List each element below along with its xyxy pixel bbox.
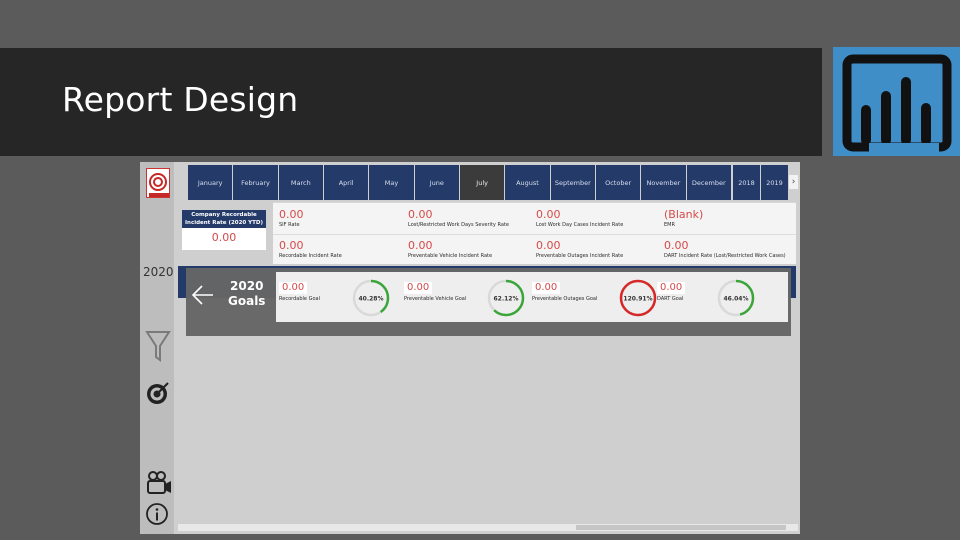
goal-value: 0.00: [279, 282, 308, 294]
gauge-percent: 46.04%: [724, 296, 749, 303]
recordable-goal-gauge: 40.28%: [352, 279, 390, 317]
goals-heading: Goals: [228, 294, 266, 308]
month-march[interactable]: March: [278, 165, 323, 200]
kpi-lost-work-day: 0.00 Lost Work Day Cases Incident Rate: [536, 208, 624, 229]
month-july[interactable]: July: [459, 165, 505, 200]
goals-year: 2020: [230, 279, 264, 293]
goal-label: Preventable Vehicle Goal: [404, 296, 467, 302]
kpi-label: Lost Work Day Cases Incident Rate: [536, 222, 624, 228]
year-2018[interactable]: 2018: [733, 165, 760, 200]
power-bi-logo: [833, 47, 960, 157]
info-icon[interactable]: [145, 502, 169, 530]
month-june[interactable]: June: [414, 165, 459, 200]
month-february[interactable]: February: [233, 165, 278, 200]
kpi-severity-rate: 0.00 Lost/Restricted Work Days Severity …: [408, 208, 509, 229]
goal-label: Recordable Goal: [279, 296, 320, 302]
goal-outages: 0.00 Preventable Outages Goal: [532, 275, 597, 302]
kpi-vehicle-rate: 0.00 Preventable Vehicle Incident Rate: [408, 239, 493, 260]
kpi-value: 0.00: [279, 239, 304, 252]
dart-goal-gauge: 46.04%: [717, 279, 755, 317]
chevron-right-icon[interactable]: ›: [789, 175, 798, 189]
month-january[interactable]: January: [188, 165, 233, 200]
year-2019[interactable]: 2019: [761, 165, 788, 200]
rail-year: 2020: [143, 265, 174, 279]
power-bi-icon: [842, 54, 952, 157]
kpi-value: 0.00: [664, 239, 689, 252]
report-screenshot: 2020 January February March April May Ju…: [140, 162, 800, 534]
month-may[interactable]: May: [369, 165, 414, 200]
month-april[interactable]: April: [323, 165, 369, 200]
scrollbar-thumb[interactable]: [576, 525, 786, 530]
gauge-percent: 120.91%: [623, 296, 652, 303]
goal-recordable: 0.00 Recordable Goal: [279, 275, 320, 302]
company-logo-icon: [149, 173, 169, 197]
company-logo: [146, 168, 170, 198]
month-november[interactable]: November: [641, 165, 686, 200]
company-incident-rate-value: 0.00: [182, 228, 266, 250]
left-rail: 2020: [140, 162, 174, 534]
month-october[interactable]: October: [595, 165, 641, 200]
vehicle-goal-gauge: 62.12%: [487, 279, 525, 317]
gauge-percent: 62.12%: [494, 296, 519, 303]
video-camera-icon[interactable]: [145, 470, 173, 500]
kpi-emr: (Blank) EMR: [664, 208, 704, 229]
month-august[interactable]: August: [505, 165, 550, 200]
goal-label: Preventable Outages Goal: [532, 296, 598, 302]
month-slicer: January February March April May June Ju…: [188, 165, 731, 200]
kpi-label: Preventable Vehicle Incident Rate: [408, 253, 493, 259]
month-december[interactable]: December: [686, 165, 731, 200]
month-september[interactable]: September: [550, 165, 595, 200]
goal-label: DART Goal: [657, 296, 684, 302]
kpi-dart-rate: 0.00 DART Incident Rate (Lost/Restricted…: [664, 239, 786, 260]
goal-dart: 0.00 DART Goal: [657, 275, 686, 302]
kpi-panel: 0.00 SIF Rate 0.00 Lost/Restricted Work …: [273, 202, 796, 264]
kpi-divider: [273, 234, 796, 235]
kpi-value: 0.00: [536, 208, 561, 221]
kpi-value: 0.00: [408, 208, 433, 221]
kpi-outages-rate: 0.00 Preventable Outages Incident Rate: [536, 239, 624, 260]
kpi-value: 0.00: [536, 239, 561, 252]
kpi-value: (Blank): [664, 208, 704, 221]
kpi-recordable-rate: 0.00 Recordable Incident Rate: [279, 239, 342, 260]
company-incident-rate-label: Company Recordable Incident Rate (2020 Y…: [182, 210, 266, 228]
kpi-label: Lost/Restricted Work Days Severity Rate: [408, 222, 509, 228]
back-arrow-icon[interactable]: [191, 284, 215, 310]
kpi-label: Preventable Outages Incident Rate: [536, 253, 624, 259]
goals-title: 2020 Goals: [228, 279, 265, 309]
year-slicer: 2018 2019: [733, 165, 788, 200]
goal-value: 0.00: [532, 282, 561, 294]
goal-value: 0.00: [404, 282, 433, 294]
kpi-value: 0.00: [279, 208, 304, 221]
kpi-label: EMR: [664, 222, 675, 228]
slide-title: Report Design: [62, 80, 299, 119]
kpi-sif-rate: 0.00 SIF Rate: [279, 208, 304, 229]
kpi-label: SIF Rate: [279, 222, 300, 228]
target-icon[interactable]: [145, 380, 171, 410]
kpi-label: Recordable Incident Rate: [279, 253, 342, 259]
outages-goal-gauge: 120.91%: [619, 279, 657, 317]
horizontal-scrollbar[interactable]: [178, 524, 798, 531]
kpi-value: 0.00: [408, 239, 433, 252]
kpi-label: DART Incident Rate (Lost/Restricted Work…: [664, 253, 786, 259]
goal-vehicle: 0.00 Preventable Vehicle Goal: [404, 275, 466, 302]
filter-icon[interactable]: [145, 330, 171, 366]
gauge-percent: 40.28%: [359, 296, 384, 303]
goal-value: 0.00: [657, 282, 686, 294]
